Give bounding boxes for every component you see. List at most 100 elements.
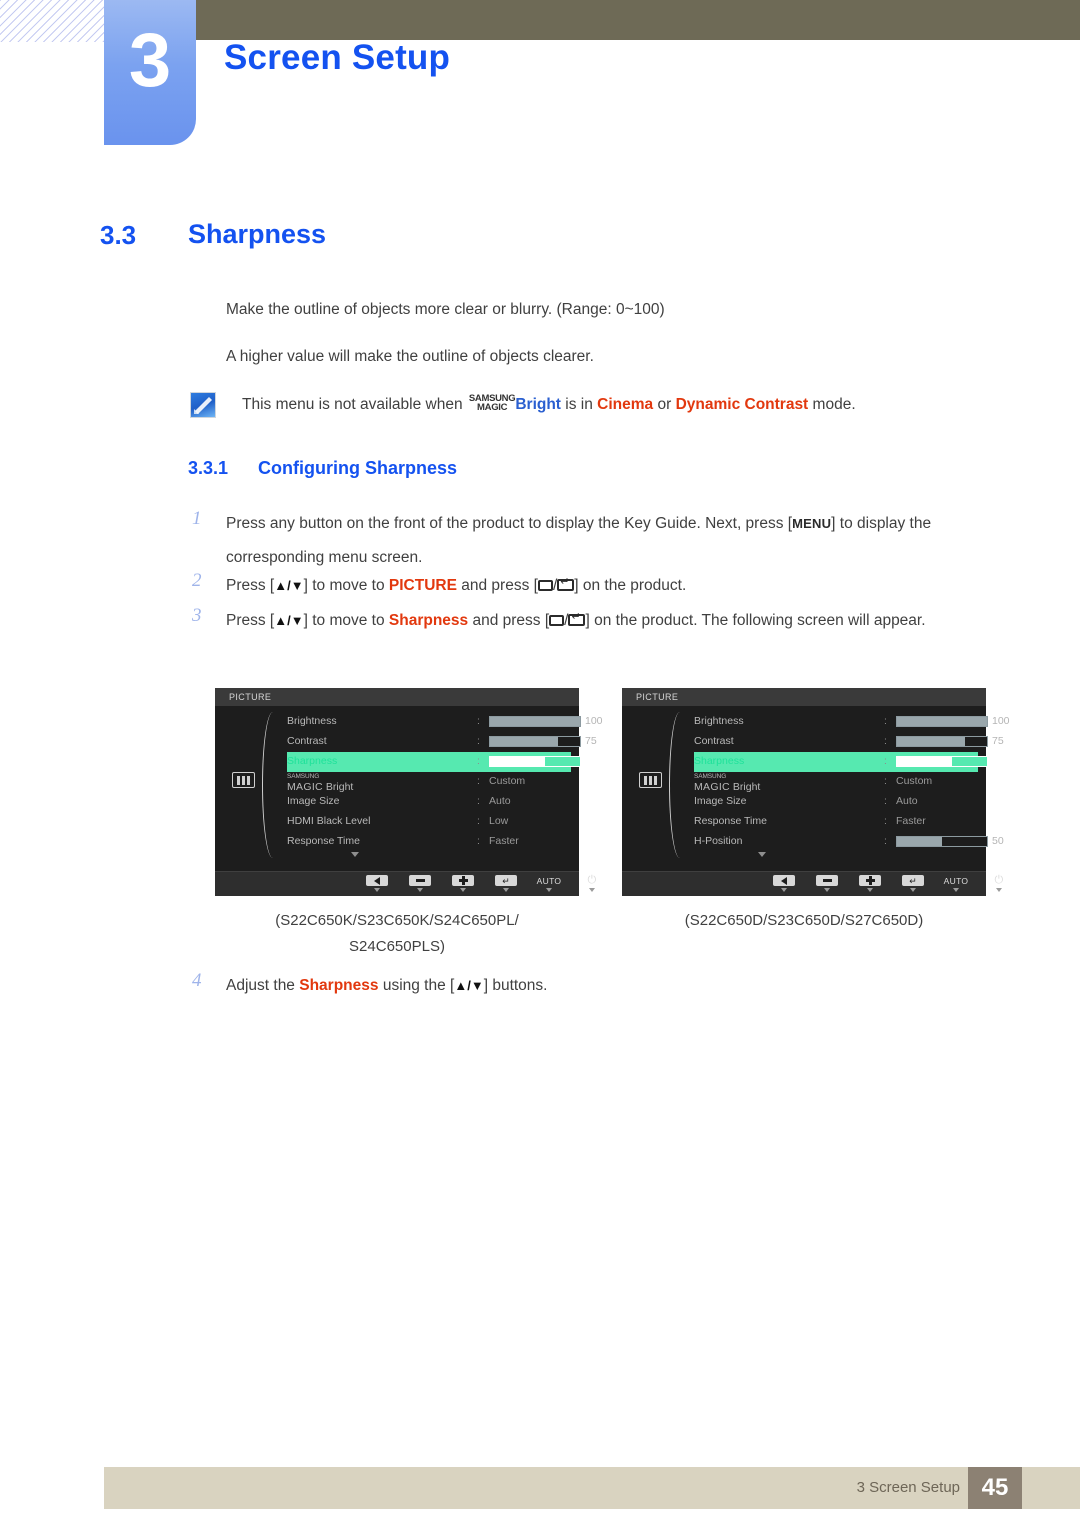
chapter-number-chip: 3: [104, 0, 196, 145]
osd-row-colon: :: [477, 835, 480, 847]
note-row: This menu is not available when SAMSUNG M…: [190, 390, 980, 420]
osd-row-label: Image Size: [694, 795, 747, 807]
button-tick-icon: [996, 888, 1002, 892]
osd-slider-fill: [490, 717, 580, 726]
osd-row-colon: :: [477, 775, 480, 787]
osd-row[interactable]: SAMSUNG MAGIC Bright: Custom: [694, 772, 978, 792]
window-key-icon: [549, 615, 565, 626]
osd-row[interactable]: Sharpness: 60: [287, 752, 597, 772]
osd-row-label: SAMSUNG MAGIC Bright: [287, 773, 354, 793]
auto-button[interactable]: AUTO: [537, 875, 561, 892]
enter-icon[interactable]: ↵: [494, 875, 518, 892]
osd-row[interactable]: Brightness: 100: [694, 712, 1010, 732]
osd-row[interactable]: Brightness: 100: [287, 712, 603, 732]
up-down-arrow-icons: ▲/▼: [274, 613, 304, 628]
step3-part1: Press [: [226, 612, 275, 629]
osd-row-label: Response Time: [287, 835, 360, 847]
step-text-1: Press any button on the front of the pro…: [226, 507, 1016, 575]
plus-icon[interactable]: [858, 875, 882, 892]
osd-row-label: Sharpness: [694, 755, 745, 767]
osd-slider[interactable]: [489, 736, 581, 747]
step-text-2: Press [▲/▼] to move to PICTURE and press…: [226, 569, 1016, 603]
step4-part1: Adjust the: [226, 977, 300, 994]
plus-icon: [859, 875, 881, 886]
osd-row-colon: :: [884, 815, 887, 827]
magic-bottom: MAGIC: [477, 402, 508, 413]
note-text-mid-2: or: [653, 396, 676, 413]
osd-slider-value: 75: [992, 735, 1004, 747]
up-down-arrow-icons: ▲/▼: [454, 978, 484, 993]
osd-left-title: PICTURE: [215, 688, 579, 706]
osd-row-colon: :: [884, 735, 887, 747]
note-text-mid-1: is in: [560, 396, 598, 413]
osd-row[interactable]: Response Time: Faster: [287, 832, 571, 852]
osd-row[interactable]: Image Size: Auto: [287, 792, 571, 812]
enter-icon: ↵: [495, 875, 517, 886]
step-number-4: 4: [192, 970, 202, 991]
osd-row[interactable]: Response Time: Faster: [694, 812, 978, 832]
osd-row-label: Contrast: [287, 735, 327, 747]
footer-page-number: 45: [968, 1467, 1022, 1509]
magic-bright-label: Bright: [515, 396, 561, 413]
enter-key-icon: [568, 611, 586, 626]
osd-row[interactable]: SAMSUNG MAGIC Bright: Custom: [287, 772, 571, 792]
minus-icon[interactable]: [408, 875, 432, 892]
note-mode-dynamic-contrast: Dynamic Contrast: [675, 396, 809, 413]
osd-row[interactable]: HDMI Black Level: Low: [287, 812, 571, 832]
section-paragraph-1: Make the outline of objects more clear o…: [226, 301, 665, 318]
osd-row-colon: :: [477, 715, 480, 727]
power-icon[interactable]: ⏻: [987, 875, 1011, 892]
chapter-title: Screen Setup: [224, 38, 451, 77]
osd-row-label: Brightness: [287, 715, 337, 727]
picture-bars-icon: [639, 772, 662, 788]
osd-row[interactable]: Contrast: 75: [694, 732, 1004, 752]
osd-row[interactable]: Sharpness: 60: [694, 752, 1004, 772]
osd-row-label: Brightness: [694, 715, 744, 727]
osd-slider-fill: [490, 737, 558, 746]
minus-icon[interactable]: [815, 875, 839, 892]
caption-right: (S22C650D/S23C650D/S27C650D): [622, 908, 986, 934]
left-arrow-icon[interactable]: [772, 875, 796, 892]
osd-slider-fill: [897, 757, 951, 766]
enter-icon[interactable]: ↵: [901, 875, 925, 892]
osd-slider[interactable]: [896, 836, 988, 847]
osd-row[interactable]: H-Position: 50: [694, 832, 1004, 852]
osd-slider[interactable]: [489, 756, 581, 767]
step2-part7: ] on the product.: [574, 577, 687, 594]
power-icon[interactable]: ⏻: [580, 875, 604, 892]
step-text-4: Adjust the Sharpness using the [▲/▼] but…: [226, 969, 1016, 1003]
osd-slider-value: 60: [585, 755, 597, 767]
osd-row-value: Low: [489, 815, 509, 827]
step3-part3: ] to move to: [303, 612, 389, 629]
osd-row-label: Contrast: [694, 735, 734, 747]
osd-slider-value: 50: [992, 835, 1004, 847]
osd-left-body: Brightness: 100 Contrast: 75 Sharpness: 60 SAM…: [215, 706, 603, 861]
chapter-number: 3: [128, 18, 172, 103]
enter-icon: ↵: [902, 875, 924, 886]
osd-slider[interactable]: [896, 736, 988, 747]
plus-icon[interactable]: [451, 875, 475, 892]
osd-row[interactable]: Image Size: Auto: [694, 792, 978, 812]
note-mode-cinema: Cinema: [597, 396, 654, 413]
osd-slider-fill: [897, 837, 942, 846]
osd-slider[interactable]: [896, 716, 988, 727]
button-tick-icon: [781, 888, 787, 892]
osd-slider-track: [951, 757, 987, 766]
osd-row-value: Auto: [896, 795, 918, 807]
section-number: 3.3: [100, 220, 137, 250]
auto-button[interactable]: AUTO: [944, 875, 968, 892]
osd-slider[interactable]: [489, 716, 581, 727]
caption-right-line-1: (S22C650D/S23C650D/S27C650D): [684, 912, 924, 929]
left-arrow-icon[interactable]: [365, 875, 389, 892]
step4-part5: ] buttons.: [483, 977, 548, 994]
osd-slider-value: 100: [585, 715, 603, 727]
minus-icon: [816, 875, 838, 886]
osd-slider[interactable]: [896, 756, 988, 767]
power-icon: ⏻: [994, 874, 1004, 886]
osd-screenshot-left: PICTURE Brightness: 100 Contrast: 75 Sharpne…: [215, 688, 603, 896]
osd-right-scroll-down-icon[interactable]: [758, 852, 766, 857]
osd-left-scroll-down-icon[interactable]: [351, 852, 359, 857]
header-olive-bar: [196, 0, 1080, 40]
note-text-after: mode.: [808, 396, 856, 413]
osd-row[interactable]: Contrast: 75: [287, 732, 597, 752]
